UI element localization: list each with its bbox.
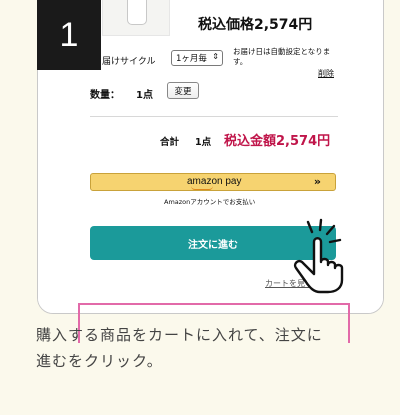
total-amount: 税込金額2,574円 bbox=[224, 134, 331, 149]
amazon-smile-icon bbox=[191, 186, 213, 190]
delivery-cycle-select[interactable]: 1ヶ月毎 ⇕ bbox=[171, 50, 223, 66]
amazon-pay-button[interactable]: amazon pay » bbox=[90, 173, 336, 191]
double-chevron-right-icon: » bbox=[313, 175, 321, 188]
proceed-to-order-label: 注文に進む bbox=[188, 239, 238, 251]
amazon-pay-caption: Amazonアカウントでお支払い bbox=[164, 198, 256, 206]
instruction-line-1: 購入する商品をカートに入れて、注文に bbox=[36, 326, 323, 344]
change-quantity-button[interactable]: 変更 bbox=[167, 82, 199, 99]
instruction-line-2: 進むをクリック。 bbox=[36, 352, 163, 370]
delivery-cycle-value: 1ヶ月毎 bbox=[176, 54, 207, 64]
total-quantity: 1点 bbox=[195, 137, 212, 148]
instruction-caption: 購入する商品をカートに入れて、注文に 進むをクリック。 bbox=[36, 322, 386, 374]
total-label: 合計 bbox=[160, 137, 180, 148]
hand-pointer-icon bbox=[293, 218, 344, 294]
step-number-badge: 1 bbox=[37, 0, 101, 70]
delivery-cycle-note: お届け日は自動設定となります。 bbox=[233, 47, 331, 66]
chevron-updown-icon: ⇕ bbox=[212, 52, 219, 61]
step-number: 1 bbox=[59, 15, 79, 54]
delete-link[interactable]: 削除 bbox=[318, 68, 334, 79]
bottle-icon bbox=[127, 0, 147, 25]
product-image bbox=[102, 0, 170, 36]
divider bbox=[90, 116, 338, 117]
quantity-label: 数量： bbox=[90, 90, 120, 101]
delivery-cycle-label: 届けサイクル bbox=[102, 57, 156, 67]
quantity-value: 1点 bbox=[136, 90, 153, 101]
product-price: 税込価格2,574円 bbox=[198, 17, 313, 33]
